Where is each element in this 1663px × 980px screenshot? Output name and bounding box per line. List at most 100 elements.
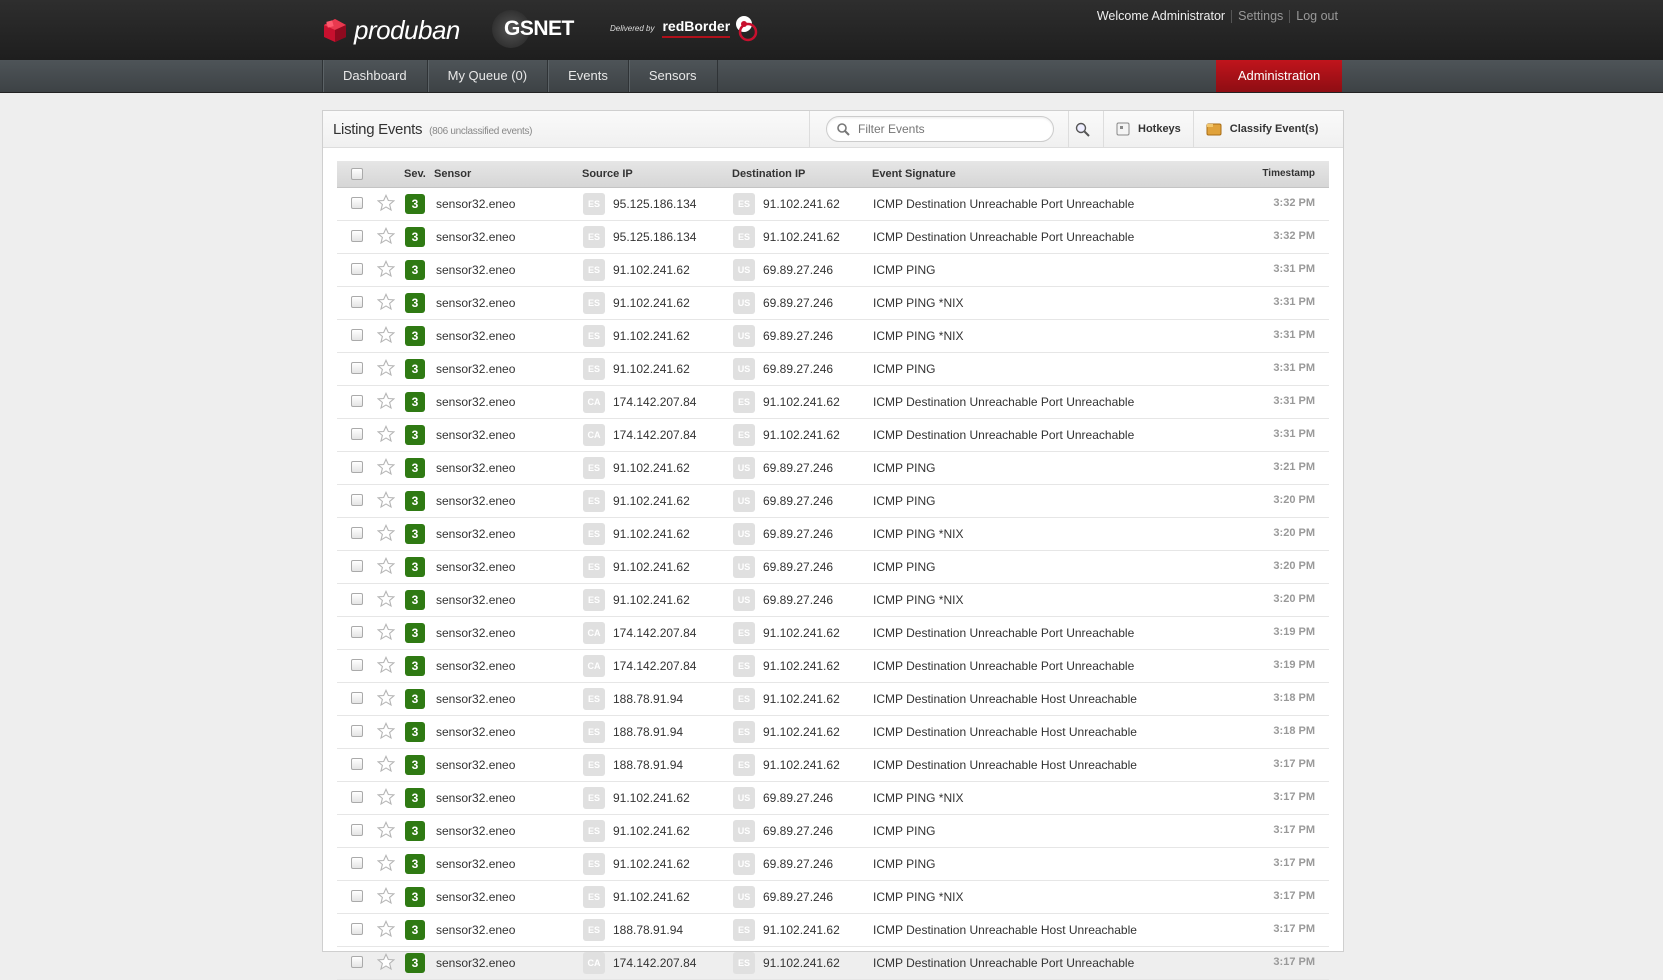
sensor-name[interactable]: sensor32.eneo bbox=[436, 494, 515, 508]
event-signature[interactable]: ICMP Destination Unreachable Host Unreac… bbox=[873, 923, 1137, 937]
table-row[interactable]: 3 sensor32.eneo ES 91.102.241.62 US 69.89.27.… bbox=[337, 815, 1329, 848]
event-signature[interactable]: ICMP Destination Unreachable Port Unreac… bbox=[873, 395, 1134, 409]
star-icon[interactable] bbox=[376, 920, 396, 941]
star-icon[interactable] bbox=[376, 293, 396, 314]
row-checkbox[interactable] bbox=[351, 890, 363, 902]
destination-ip[interactable]: 91.102.241.62 bbox=[763, 956, 840, 970]
search-button[interactable] bbox=[1068, 111, 1103, 147]
destination-ip[interactable]: 69.89.27.246 bbox=[763, 263, 833, 277]
destination-ip[interactable]: 91.102.241.62 bbox=[763, 923, 840, 937]
row-checkbox[interactable] bbox=[351, 758, 363, 770]
source-ip[interactable]: 95.125.186.134 bbox=[613, 197, 696, 211]
star-icon[interactable] bbox=[376, 788, 396, 809]
sensor-name[interactable]: sensor32.eneo bbox=[436, 890, 515, 904]
event-signature[interactable]: ICMP Destination Unreachable Port Unreac… bbox=[873, 230, 1134, 244]
source-ip[interactable]: 188.78.91.94 bbox=[613, 692, 683, 706]
destination-ip[interactable]: 69.89.27.246 bbox=[763, 494, 833, 508]
destination-ip[interactable]: 69.89.27.246 bbox=[763, 857, 833, 871]
row-checkbox[interactable] bbox=[351, 560, 363, 572]
star-icon[interactable] bbox=[376, 326, 396, 347]
event-signature[interactable]: ICMP Destination Unreachable Port Unreac… bbox=[873, 956, 1134, 970]
table-row[interactable]: 3 sensor32.eneo ES 188.78.91.94 ES 91.102.241… bbox=[337, 716, 1329, 749]
sensor-name[interactable]: sensor32.eneo bbox=[436, 560, 515, 574]
table-row[interactable]: 3 sensor32.eneo ES 188.78.91.94 ES 91.102.241… bbox=[337, 749, 1329, 782]
tab-my-queue[interactable]: My Queue (0) bbox=[426, 60, 547, 92]
event-signature[interactable]: ICMP PING bbox=[873, 263, 935, 277]
tab-dashboard[interactable]: Dashboard bbox=[322, 60, 427, 92]
table-row[interactable]: 3 sensor32.eneo CA 174.142.207.84 ES 91.102.2… bbox=[337, 947, 1329, 980]
table-row[interactable]: 3 sensor32.eneo ES 91.102.241.62 US 69.89.27.… bbox=[337, 254, 1329, 287]
source-ip[interactable]: 91.102.241.62 bbox=[613, 890, 690, 904]
star-icon[interactable] bbox=[376, 755, 396, 776]
destination-ip[interactable]: 91.102.241.62 bbox=[763, 626, 840, 640]
star-icon[interactable] bbox=[376, 623, 396, 644]
destination-ip[interactable]: 69.89.27.246 bbox=[763, 593, 833, 607]
source-ip[interactable]: 174.142.207.84 bbox=[613, 659, 696, 673]
star-icon[interactable] bbox=[376, 425, 396, 446]
row-checkbox[interactable] bbox=[351, 923, 363, 935]
sensor-name[interactable]: sensor32.eneo bbox=[436, 824, 515, 838]
event-signature[interactable]: ICMP PING *NIX bbox=[873, 593, 963, 607]
source-ip[interactable]: 91.102.241.62 bbox=[613, 461, 690, 475]
star-icon[interactable] bbox=[376, 458, 396, 479]
destination-ip[interactable]: 69.89.27.246 bbox=[763, 791, 833, 805]
table-row[interactable]: 3 sensor32.eneo CA 174.142.207.84 ES 91.102.2… bbox=[337, 617, 1329, 650]
destination-ip[interactable]: 69.89.27.246 bbox=[763, 560, 833, 574]
source-ip[interactable]: 91.102.241.62 bbox=[613, 329, 690, 343]
table-row[interactable]: 3 sensor32.eneo ES 95.125.186.134 ES 91.102.2… bbox=[337, 188, 1329, 221]
sensor-name[interactable]: sensor32.eneo bbox=[436, 461, 515, 475]
event-signature[interactable]: ICMP PING bbox=[873, 560, 935, 574]
source-ip[interactable]: 91.102.241.62 bbox=[613, 362, 690, 376]
star-icon[interactable] bbox=[376, 227, 396, 248]
star-icon[interactable] bbox=[376, 260, 396, 281]
source-ip[interactable]: 95.125.186.134 bbox=[613, 230, 696, 244]
destination-ip[interactable]: 91.102.241.62 bbox=[763, 428, 840, 442]
star-icon[interactable] bbox=[376, 656, 396, 677]
sensor-name[interactable]: sensor32.eneo bbox=[436, 296, 515, 310]
tab-sensors[interactable]: Sensors bbox=[627, 60, 718, 92]
sensor-name[interactable]: sensor32.eneo bbox=[436, 230, 515, 244]
source-ip[interactable]: 174.142.207.84 bbox=[613, 626, 696, 640]
row-checkbox[interactable] bbox=[351, 956, 363, 968]
event-signature[interactable]: ICMP PING *NIX bbox=[873, 329, 963, 343]
event-signature[interactable]: ICMP PING bbox=[873, 362, 935, 376]
row-checkbox[interactable] bbox=[351, 263, 363, 275]
row-checkbox[interactable] bbox=[351, 395, 363, 407]
source-ip[interactable]: 91.102.241.62 bbox=[613, 857, 690, 871]
source-ip[interactable]: 91.102.241.62 bbox=[613, 791, 690, 805]
source-ip[interactable]: 91.102.241.62 bbox=[613, 593, 690, 607]
row-checkbox[interactable] bbox=[351, 461, 363, 473]
event-signature[interactable]: ICMP Destination Unreachable Host Unreac… bbox=[873, 725, 1137, 739]
table-row[interactable]: 3 sensor32.eneo ES 91.102.241.62 US 69.89.27.… bbox=[337, 485, 1329, 518]
star-icon[interactable] bbox=[376, 722, 396, 743]
star-icon[interactable] bbox=[376, 590, 396, 611]
sensor-name[interactable]: sensor32.eneo bbox=[436, 593, 515, 607]
event-signature[interactable]: ICMP PING bbox=[873, 824, 935, 838]
sensor-name[interactable]: sensor32.eneo bbox=[436, 758, 515, 772]
table-row[interactable]: 3 sensor32.eneo ES 95.125.186.134 ES 91.102.2… bbox=[337, 221, 1329, 254]
row-checkbox[interactable] bbox=[351, 197, 363, 209]
star-icon[interactable] bbox=[376, 359, 396, 380]
destination-ip[interactable]: 91.102.241.62 bbox=[763, 230, 840, 244]
filter-events-input[interactable] bbox=[856, 121, 1040, 137]
star-icon[interactable] bbox=[376, 887, 396, 908]
source-ip[interactable]: 174.142.207.84 bbox=[613, 395, 696, 409]
event-signature[interactable]: ICMP Destination Unreachable Port Unreac… bbox=[873, 428, 1134, 442]
event-signature[interactable]: ICMP PING *NIX bbox=[873, 296, 963, 310]
table-row[interactable]: 3 sensor32.eneo ES 91.102.241.62 US 69.89.27.… bbox=[337, 782, 1329, 815]
destination-ip[interactable]: 69.89.27.246 bbox=[763, 362, 833, 376]
sensor-name[interactable]: sensor32.eneo bbox=[436, 263, 515, 277]
destination-ip[interactable]: 69.89.27.246 bbox=[763, 824, 833, 838]
sensor-name[interactable]: sensor32.eneo bbox=[436, 725, 515, 739]
star-icon[interactable] bbox=[376, 392, 396, 413]
source-ip[interactable]: 91.102.241.62 bbox=[613, 527, 690, 541]
destination-ip[interactable]: 69.89.27.246 bbox=[763, 527, 833, 541]
row-checkbox[interactable] bbox=[351, 791, 363, 803]
source-ip[interactable]: 91.102.241.62 bbox=[613, 824, 690, 838]
sensor-name[interactable]: sensor32.eneo bbox=[436, 791, 515, 805]
event-signature[interactable]: ICMP PING bbox=[873, 857, 935, 871]
destination-ip[interactable]: 91.102.241.62 bbox=[763, 659, 840, 673]
row-checkbox[interactable] bbox=[351, 593, 363, 605]
classify-events-button[interactable]: Classify Event(s) bbox=[1192, 111, 1331, 147]
sensor-name[interactable]: sensor32.eneo bbox=[436, 428, 515, 442]
